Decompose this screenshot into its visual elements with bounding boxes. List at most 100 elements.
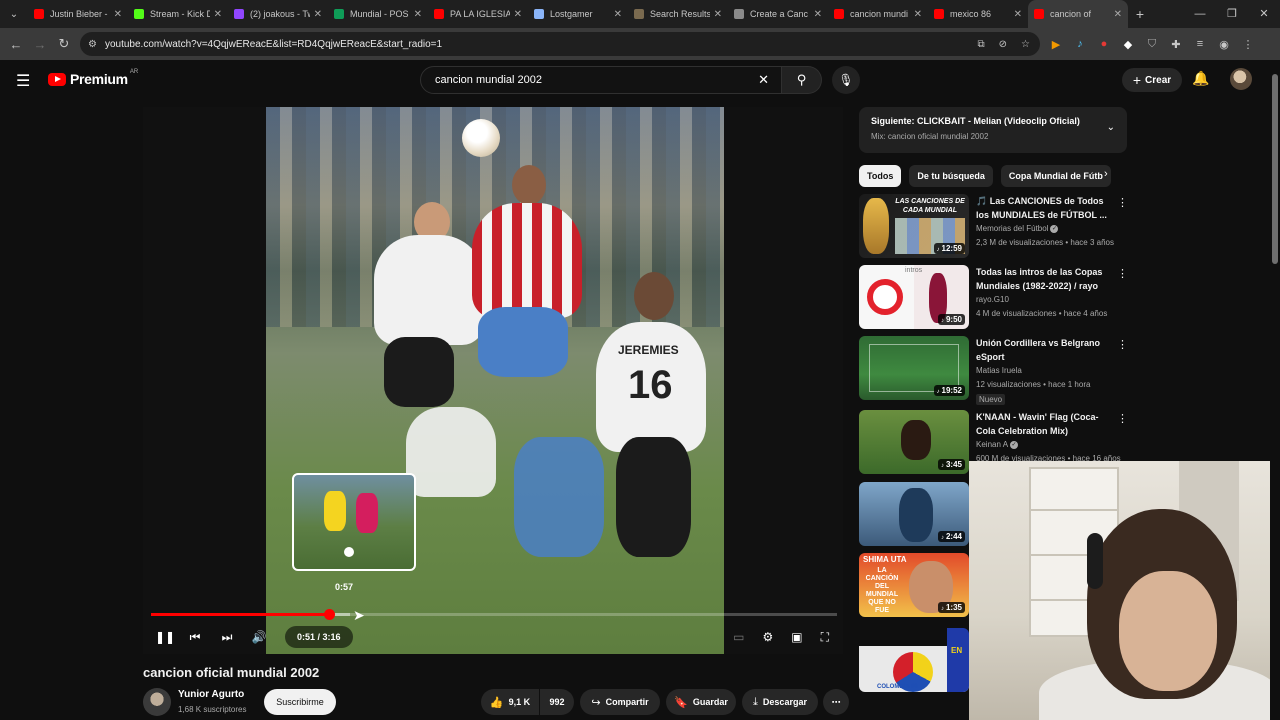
restore-icon[interactable]: ❐	[1216, 0, 1248, 28]
search-button[interactable]: ⚲	[782, 66, 822, 94]
more-vertical-icon[interactable]: ⋮	[1117, 338, 1128, 351]
filter-chip[interactable]: Copa Mundial de Fútb	[1000, 165, 1111, 187]
search-box[interactable]: cancion mundial 2002 ✕	[420, 66, 782, 94]
video-frame[interactable]: JEREMIES 16	[266, 107, 724, 654]
recommendation-channel[interactable]: Matias Iruela	[976, 366, 1022, 375]
tab-close-icon[interactable]: ✕	[614, 9, 622, 20]
youtube-logo[interactable]: Premium AR	[48, 69, 138, 87]
theater-mode-icon[interactable]: ▣	[791, 630, 802, 644]
recommendation-item[interactable]: LAS CANCIONES DE CADA MUNDIAL ♪ 12:59 🎵 Las …	[859, 194, 1129, 260]
recommendation-thumbnail[interactable]: LAS CANCIONES DE CADA MUNDIAL ♪ 12:59	[859, 194, 969, 258]
notifications-bell-icon[interactable]: 🔔	[1192, 70, 1209, 87]
tab-close-icon[interactable]: ✕	[814, 9, 822, 20]
settings-gear-icon[interactable]: ⚙	[762, 630, 773, 644]
tab-close-icon[interactable]: ✕	[314, 9, 322, 20]
reload-icon[interactable]: ↻	[52, 36, 76, 52]
pause-icon[interactable]: ❚❚	[151, 630, 179, 644]
channel-avatar[interactable]	[143, 688, 171, 716]
profile-icon[interactable]: ◉	[1218, 38, 1230, 51]
subtitles-icon[interactable]: ▭	[733, 630, 744, 644]
browser-tab[interactable]: Search Results ✕	[628, 0, 728, 28]
fullscreen-icon[interactable]: ⛶	[821, 630, 829, 645]
progress-bar[interactable]	[151, 609, 837, 620]
recommendation-channel[interactable]: Keinan A ✓	[976, 440, 1019, 449]
recommendation-channel[interactable]: Memorias del Fútbol ✓	[976, 224, 1059, 233]
search-input[interactable]: cancion mundial 2002	[435, 74, 758, 86]
extension-shield-icon[interactable]: ⛉	[1146, 38, 1158, 51]
recommendation-item[interactable]: intros ♪ 9:50 Todas las intros de las Copas…	[859, 265, 1129, 331]
browser-tab[interactable]: mexico 86 ✕	[928, 0, 1028, 28]
clear-search-icon[interactable]: ✕	[758, 72, 769, 88]
browser-tab[interactable]: Lostgamer ✕	[528, 0, 628, 28]
recommendation-thumbnail[interactable]: COLOMBIA 86 EN	[859, 628, 969, 692]
extension-diamond-icon[interactable]: ◆	[1122, 38, 1134, 51]
recommendation-thumbnail[interactable]: ♪ 19:52	[859, 336, 969, 400]
more-actions-button[interactable]: ⋯	[823, 689, 849, 715]
minimize-icon[interactable]: —	[1184, 0, 1216, 28]
more-vertical-icon[interactable]: ⋮	[1117, 267, 1128, 280]
more-vertical-icon[interactable]: ⋮	[1117, 412, 1128, 425]
like-button[interactable]: 👍 9,1 K	[481, 689, 539, 715]
recommendation-title[interactable]: K'NAAN - Wavin' Flag (Coca-Cola Celebrat…	[976, 410, 1108, 438]
create-button[interactable]: + Crear	[1122, 68, 1182, 92]
recommendation-thumbnail[interactable]: ♪ 2:44	[859, 482, 969, 546]
tab-close-icon[interactable]: ✕	[914, 9, 922, 20]
tab-close-icon[interactable]: ✕	[214, 9, 222, 20]
voice-search-button[interactable]: 🎙	[832, 66, 860, 94]
tab-close-icon[interactable]: ✕	[414, 9, 422, 20]
browser-tab[interactable]: cancion mundi ✕	[828, 0, 928, 28]
video-player[interactable]: JEREMIES 16 0:57 ➤ ❚❚ ⏮ ⏭ 🔊 0:51 / 3:16 …	[143, 107, 843, 654]
extension-play-icon[interactable]: ▶	[1050, 38, 1062, 51]
previous-icon[interactable]: ⏮	[179, 630, 211, 645]
recommendation-item[interactable]: ♪ 19:52 Unión Cordillera vs Belgrano eSpor…	[859, 336, 1129, 405]
tab-close-icon[interactable]: ✕	[1014, 9, 1022, 20]
eye-off-icon[interactable]: ⊘	[999, 39, 1007, 50]
share-button[interactable]: ↪ Compartir	[580, 689, 660, 715]
extension-logo-icon[interactable]: ♪	[1074, 38, 1086, 50]
more-vertical-icon[interactable]: ⋮	[1117, 196, 1128, 209]
subscribe-button[interactable]: Suscribirme	[264, 689, 336, 715]
new-tab-button[interactable]: +	[1128, 6, 1152, 22]
close-window-icon[interactable]: ✕	[1248, 0, 1280, 28]
browser-tab[interactable]: cancion of ✕	[1028, 0, 1128, 28]
recommendation-title[interactable]: 🎵 Las CANCIONES de Todos los MUNDIALES d…	[976, 194, 1108, 222]
playlist-icon[interactable]: ≡	[1194, 38, 1206, 50]
forward-icon[interactable]: →	[28, 37, 52, 52]
tab-close-icon[interactable]: ✕	[714, 9, 722, 20]
account-avatar[interactable]	[1230, 68, 1252, 90]
recommendation-thumbnail[interactable]: intros ♪ 9:50	[859, 265, 969, 329]
save-button[interactable]: 🔖 Guardar	[666, 689, 736, 715]
hamburger-menu-icon[interactable]: ☰	[16, 71, 30, 91]
cast-icon[interactable]: ⧉	[978, 39, 985, 50]
filter-chip[interactable]: Todos	[859, 165, 902, 187]
browser-tab[interactable]: Justin Bieber - ✕	[28, 0, 128, 28]
browser-tab[interactable]: Mundial - POS ✕	[328, 0, 428, 28]
recommendation-title[interactable]: Unión Cordillera vs Belgrano eSport	[976, 336, 1108, 364]
extension-record-icon[interactable]: ●	[1098, 38, 1110, 50]
recommendation-thumbnail[interactable]: ♪ 3:45	[859, 410, 969, 474]
download-button[interactable]: ⤓ Descargar	[742, 689, 818, 715]
recommendation-channel[interactable]: rayo.G10	[976, 295, 1009, 304]
tab-close-icon[interactable]: ✕	[1114, 9, 1122, 20]
channel-name[interactable]: Yunior Agurto	[178, 689, 244, 700]
tab-close-icon[interactable]: ✕	[114, 9, 122, 20]
page-scrollbar[interactable]	[1270, 60, 1280, 720]
browser-tab[interactable]: Stream - Kick D ✕	[128, 0, 228, 28]
next-icon[interactable]: ⏭	[211, 630, 243, 645]
recommendation-thumbnail[interactable]: SHIMA UTA LA CANCIÓN DEL MUNDIAL QUE NO FUE…	[859, 553, 969, 617]
browser-tab[interactable]: (2) joakous - Tw ✕	[228, 0, 328, 28]
browser-tab[interactable]: Create a Canc ✕	[728, 0, 828, 28]
star-icon[interactable]: ☆	[1021, 39, 1030, 50]
volume-icon[interactable]: 🔊	[243, 630, 275, 644]
tab-close-icon[interactable]: ✕	[514, 9, 522, 20]
url-text[interactable]: youtube.com/watch?v=4QqjwEReacE&list=RD4…	[105, 39, 442, 50]
back-icon[interactable]: ←	[4, 37, 28, 52]
address-bar[interactable]: ⚙ youtube.com/watch?v=4QqjwEReacE&list=R…	[80, 32, 1040, 56]
scrollbar-thumb[interactable]	[1272, 74, 1278, 264]
up-next-panel[interactable]: Siguiente: CLICKBAIT - Melian (Videoclip…	[859, 107, 1127, 153]
site-info-icon[interactable]: ⚙	[88, 39, 97, 50]
recommendation-title[interactable]: Todas las intros de las Copas Mundiales …	[976, 265, 1108, 293]
tab-search-icon[interactable]: ⌄	[0, 0, 28, 28]
chevron-down-icon[interactable]: ⌄	[1107, 122, 1115, 133]
browser-tab[interactable]: PA LA IGLESIA ✕	[428, 0, 528, 28]
